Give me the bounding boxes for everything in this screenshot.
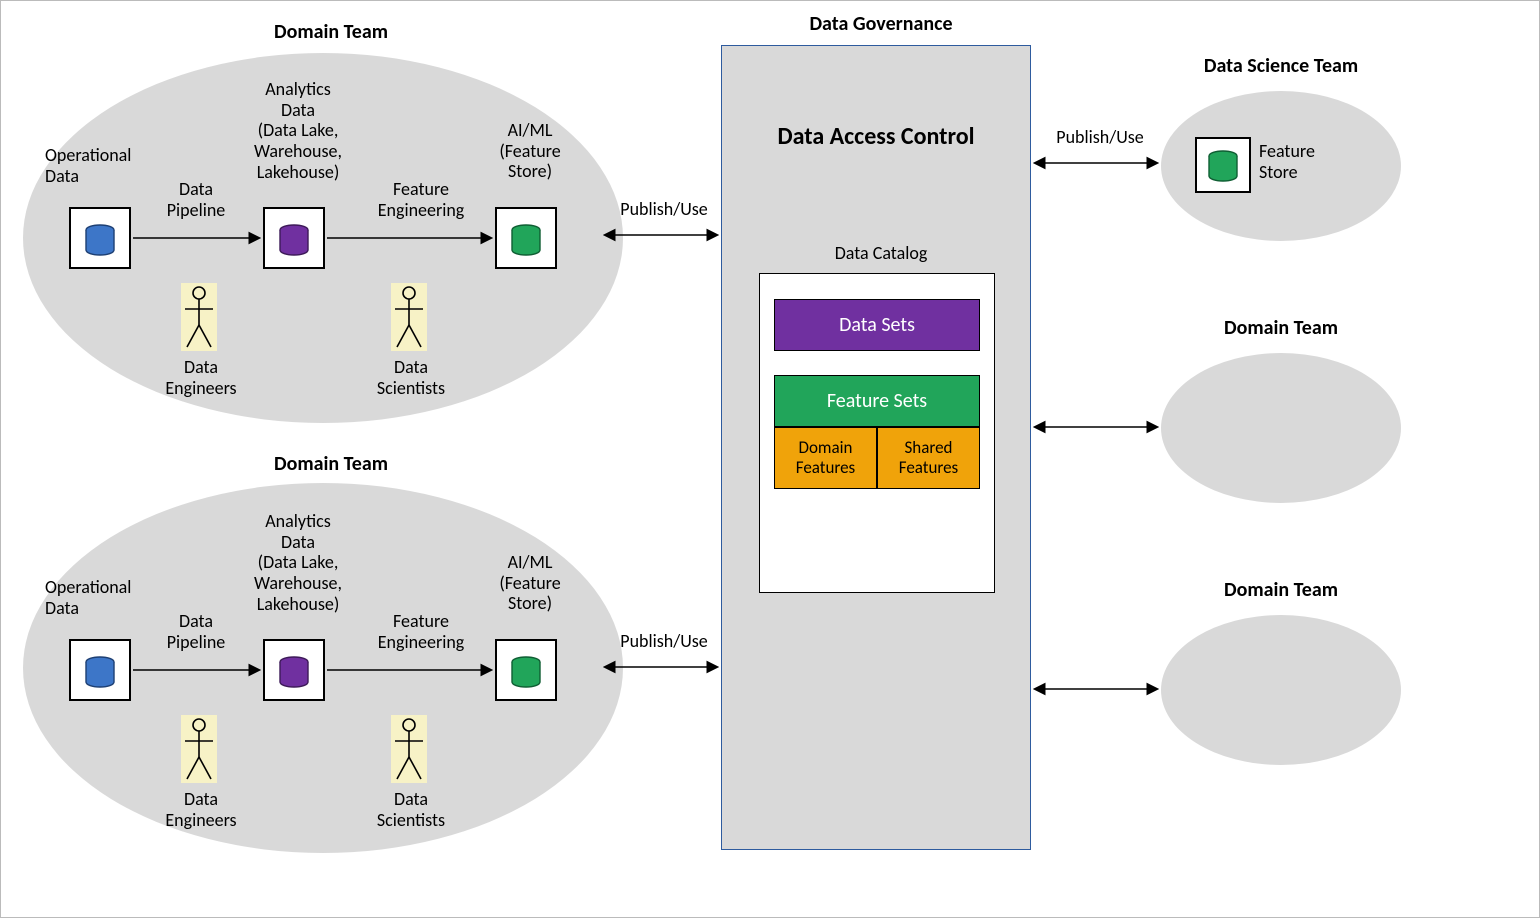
diagram-canvas: Data Sets Feature Sets Domain Features S…: [0, 0, 1540, 918]
domain-team-1-title: Domain Team: [231, 21, 431, 44]
analytics-data-box-1: [263, 207, 325, 269]
data-sets-bar: Data Sets: [774, 299, 980, 351]
domain-team-right-1-ellipse: [1161, 353, 1401, 503]
aiml-box-1: [495, 207, 557, 269]
publish-use-label-1: Publish/Use: [609, 199, 719, 220]
data-catalog-title: Data Catalog: [801, 243, 961, 264]
shared-features-cell: Shared Features: [877, 427, 980, 489]
feature-store-box: [1195, 137, 1251, 193]
feature-engineering-label-2: Feature Engineering: [361, 611, 481, 652]
operational-data-box-2: [69, 639, 131, 701]
domain-team-2-title: Domain Team: [231, 453, 431, 476]
publish-use-label-2: Publish/Use: [609, 631, 719, 652]
data-scientists-label-2: Data Scientists: [361, 789, 461, 830]
domain-team-right-1-title: Domain Team: [1161, 317, 1401, 340]
data-pipeline-label-2: Data Pipeline: [151, 611, 241, 652]
operational-data-label-2: Operational Data: [45, 577, 165, 618]
data-access-control-title: Data Access Control: [741, 123, 1011, 151]
aiml-label-2: AI/ML (Feature Store): [475, 552, 585, 614]
aiml-box-2: [495, 639, 557, 701]
domain-team-right-2-ellipse: [1161, 615, 1401, 765]
data-engineers-label-1: Data Engineers: [151, 357, 251, 398]
data-pipeline-label-1: Data Pipeline: [151, 179, 241, 220]
operational-data-label-1: Operational Data: [45, 145, 165, 186]
domain-features-cell: Domain Features: [774, 427, 877, 489]
data-engineers-label-2: Data Engineers: [151, 789, 251, 830]
data-science-team-title: Data Science Team: [1161, 55, 1401, 78]
publish-use-label-right: Publish/Use: [1045, 127, 1155, 148]
analytics-data-label-2: Analytics Data (Data Lake, Warehouse, La…: [223, 511, 373, 614]
analytics-data-label-1: Analytics Data (Data Lake, Warehouse, La…: [223, 79, 373, 182]
feature-store-label: Feature Store: [1259, 141, 1349, 182]
data-scientists-label-1: Data Scientists: [361, 357, 461, 398]
aiml-label-1: AI/ML (Feature Store): [475, 120, 585, 182]
feature-sets-bar: Feature Sets: [774, 375, 980, 427]
operational-data-box-1: [69, 207, 131, 269]
feature-engineering-label-1: Feature Engineering: [361, 179, 481, 220]
data-governance-title: Data Governance: [771, 13, 991, 36]
analytics-data-box-2: [263, 639, 325, 701]
domain-team-right-2-title: Domain Team: [1161, 579, 1401, 602]
